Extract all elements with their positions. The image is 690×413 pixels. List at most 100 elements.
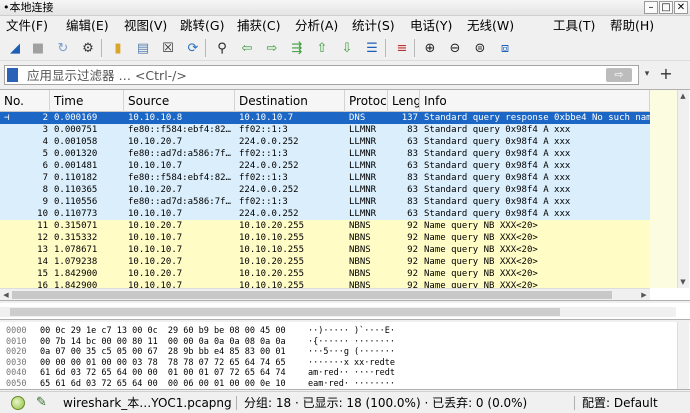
bytes-offset[interactable]: 0020 bbox=[6, 347, 26, 357]
menu-analyze[interactable]: 分析(A) bbox=[295, 17, 338, 34]
packet-row[interactable]: 11 0.315071 10.10.20.7 10.10.20.255 NBNS 92 Na… bbox=[0, 220, 650, 232]
bytes-hex[interactable]: 65 61 6d 03 72 65 64 00 00 06 00 01 00 0… bbox=[40, 379, 286, 389]
filter-history-dropdown[interactable]: ▾ bbox=[642, 68, 652, 80]
column-header-info[interactable]: Info bbox=[420, 90, 650, 112]
find-packet-icon[interactable]: ⚲ bbox=[212, 38, 232, 58]
open-file-icon[interactable]: ▮ bbox=[108, 38, 128, 58]
packet-row[interactable]: 5 0.001320 fe80::ad7d:a586:7f… ff02::1:3 LLM… bbox=[0, 148, 650, 160]
packet-row[interactable]: 3 0.000751 fe80::f584:ebf4:82… ff02::1:3 LLM… bbox=[0, 124, 650, 136]
first-packet-icon[interactable]: ⇧ bbox=[312, 38, 332, 58]
menu-help[interactable]: 帮助(H) bbox=[610, 17, 654, 34]
shark-fin-start-icon[interactable]: ◢ bbox=[5, 38, 25, 58]
bytes-ascii[interactable]: ···5···g (······· bbox=[308, 347, 395, 357]
profile-selector[interactable]: 配置: Default bbox=[582, 392, 658, 413]
autoscroll-icon[interactable]: ☰ bbox=[362, 38, 382, 58]
details-scroll-thumb[interactable] bbox=[10, 308, 560, 316]
go-to-packet-icon[interactable]: ⇶ bbox=[287, 38, 307, 58]
reload-file-icon[interactable]: ⟳ bbox=[183, 38, 203, 58]
bytes-offset[interactable]: 0040 bbox=[6, 368, 26, 378]
close-file-icon[interactable]: ☒ bbox=[158, 38, 178, 58]
bytes-ascii[interactable]: am·red·· ····redt bbox=[308, 368, 395, 378]
maximize-button[interactable]: □ bbox=[659, 1, 673, 14]
packet-cell-time: 1.078671 bbox=[54, 245, 98, 255]
packet-row[interactable]: ⊣ 2 0.000169 10.10.10.8 10.10.10.7 DNS 137 Stan… bbox=[0, 112, 650, 124]
column-header-length[interactable]: Length bbox=[388, 90, 420, 112]
packet-cell-dst: 10.10.20.255 bbox=[239, 269, 305, 279]
packet-cell-len: 83 bbox=[407, 173, 418, 183]
menu-statistics[interactable]: 统计(S) bbox=[352, 17, 395, 34]
packet-row[interactable]: 10 0.110773 10.10.10.7 224.0.0.252 LLMNR 63 St… bbox=[0, 208, 650, 220]
add-filter-button[interactable]: + bbox=[658, 65, 674, 83]
bytes-hex[interactable]: 00 0c 29 1e c7 13 00 0c 29 60 b9 be 08 0… bbox=[40, 326, 286, 336]
bytes-hex[interactable]: 00 00 00 01 00 00 03 78 78 78 07 72 65 6… bbox=[40, 358, 286, 368]
apply-filter-button[interactable]: ⇨ bbox=[606, 68, 632, 82]
display-filter-input[interactable]: 应用显示过滤器 … <Ctrl-/> ⇨ bbox=[4, 65, 639, 85]
packet-row[interactable]: 12 0.315332 10.10.10.7 10.10.10.255 NBNS 92 Na… bbox=[0, 232, 650, 244]
bytes-hex[interactable]: 0a 07 00 35 c5 05 00 67 28 9b bb e4 85 8… bbox=[40, 347, 286, 357]
packet-row[interactable]: 15 1.842900 10.10.20.7 10.10.20.255 NBNS 92 Na… bbox=[0, 268, 650, 280]
details-horizontal-scrollbar[interactable] bbox=[0, 307, 676, 317]
zoom-out-icon[interactable]: ⊖ bbox=[445, 38, 465, 58]
zoom-in-icon[interactable]: ⊕ bbox=[420, 38, 440, 58]
scroll-down-icon[interactable]: ▼ bbox=[677, 276, 689, 288]
stop-capture-icon[interactable]: ■ bbox=[28, 38, 48, 58]
bytes-offset[interactable]: 0000 bbox=[6, 326, 26, 336]
packet-bytes-pane[interactable]: 0000 00 0c 29 1e c7 13 00 0c 29 60 b9 be … bbox=[0, 322, 690, 390]
bytes-offset[interactable]: 0010 bbox=[6, 337, 26, 347]
column-header-time[interactable]: Time bbox=[50, 90, 124, 112]
expert-info-status-icon[interactable] bbox=[11, 396, 25, 410]
scroll-up-icon[interactable]: ▲ bbox=[677, 90, 689, 102]
toolbar-separator bbox=[414, 39, 415, 57]
menu-file[interactable]: 文件(F) bbox=[6, 17, 48, 34]
menu-wireless[interactable]: 无线(W) bbox=[467, 17, 514, 34]
capture-options-icon[interactable]: ⚙ bbox=[78, 38, 98, 58]
menu-bar: 文件(F) 编辑(E) 视图(V) 跳转(G) 捕获(C) 分析(A) 统计(S… bbox=[0, 16, 690, 35]
last-packet-icon[interactable]: ⇩ bbox=[337, 38, 357, 58]
bytes-ascii[interactable]: eam·red· ········ bbox=[308, 379, 395, 389]
menu-tools[interactable]: 工具(T) bbox=[553, 17, 595, 34]
column-header-source[interactable]: Source bbox=[124, 90, 235, 112]
scroll-right-icon[interactable]: ▶ bbox=[638, 289, 650, 300]
close-button[interactable]: ✕ bbox=[674, 1, 688, 14]
bytes-ascii[interactable]: ·{······ ········ bbox=[308, 337, 395, 347]
menu-telephony[interactable]: 电话(Y) bbox=[410, 17, 452, 34]
packet-row[interactable]: 6 0.001481 10.10.10.7 224.0.0.252 LLMNR 63 Sta… bbox=[0, 160, 650, 172]
packet-row[interactable]: 8 0.110365 10.10.20.7 224.0.0.252 LLMNR 63 Sta… bbox=[0, 184, 650, 196]
save-file-icon[interactable]: ▤ bbox=[133, 38, 153, 58]
bytes-offset[interactable]: 0050 bbox=[6, 379, 26, 389]
bytes-vertical-scrollbar[interactable] bbox=[677, 322, 689, 389]
column-header-destination[interactable]: Destination bbox=[235, 90, 345, 112]
bytes-ascii[interactable]: ·······x xx·redte bbox=[308, 358, 395, 368]
packet-list-horizontal-scrollbar[interactable]: ◀ ▶ bbox=[0, 288, 650, 300]
column-header-no[interactable]: No. bbox=[0, 90, 50, 112]
packet-row[interactable]: 13 1.078671 10.10.10.7 10.10.10.255 NBNS 92 Na… bbox=[0, 244, 650, 256]
bytes-hex[interactable]: 00 7b 14 bc 00 00 80 11 00 00 0a 0a 0a 0… bbox=[40, 337, 286, 347]
colorize-icon[interactable]: ≡ bbox=[392, 38, 412, 58]
capture-comment-icon[interactable]: ✎ bbox=[36, 392, 47, 413]
bytes-offset[interactable]: 0030 bbox=[6, 358, 26, 368]
resize-columns-icon[interactable]: ⧈ bbox=[495, 38, 515, 58]
restart-capture-icon[interactable]: ↻ bbox=[53, 38, 73, 58]
minimize-button[interactable]: – bbox=[644, 1, 658, 14]
packet-cell-no: 8 bbox=[42, 185, 48, 195]
column-header-protocol[interactable]: Protocol bbox=[345, 90, 388, 112]
packet-details-pane[interactable] bbox=[0, 303, 690, 320]
zoom-normal-icon[interactable]: ⊜ bbox=[470, 38, 490, 58]
menu-edit[interactable]: 编辑(E) bbox=[66, 17, 109, 34]
packet-list-vertical-scrollbar[interactable]: ▲ ▼ bbox=[650, 90, 690, 288]
go-forward-icon[interactable]: ⇨ bbox=[262, 38, 282, 58]
bytes-hex[interactable]: 61 6d 03 72 65 64 00 00 01 00 01 07 72 6… bbox=[40, 368, 286, 378]
menu-view[interactable]: 视图(V) bbox=[124, 17, 167, 34]
menu-go[interactable]: 跳转(G) bbox=[180, 17, 224, 34]
packet-row[interactable]: 4 0.001058 10.10.20.7 224.0.0.252 LLMNR 63 Sta… bbox=[0, 136, 650, 148]
packet-row[interactable]: 9 0.110556 fe80::ad7d:a586:7f… ff02::1:3 LLM… bbox=[0, 196, 650, 208]
horizontal-scroll-thumb[interactable] bbox=[12, 291, 612, 299]
vertical-scroll-track[interactable] bbox=[677, 90, 689, 288]
menu-capture[interactable]: 捕获(C) bbox=[237, 17, 280, 34]
filter-bookmark-icon[interactable] bbox=[7, 68, 18, 82]
scroll-left-icon[interactable]: ◀ bbox=[0, 289, 12, 300]
bytes-ascii[interactable]: ··)····· )`····E· bbox=[308, 326, 395, 336]
go-back-icon[interactable]: ⇦ bbox=[237, 38, 257, 58]
packet-row[interactable]: 14 1.079238 10.10.20.7 10.10.20.255 NBNS 92 Na… bbox=[0, 256, 650, 268]
packet-row[interactable]: 7 0.110182 fe80::f584:ebf4:82… ff02::1:3 LLM… bbox=[0, 172, 650, 184]
